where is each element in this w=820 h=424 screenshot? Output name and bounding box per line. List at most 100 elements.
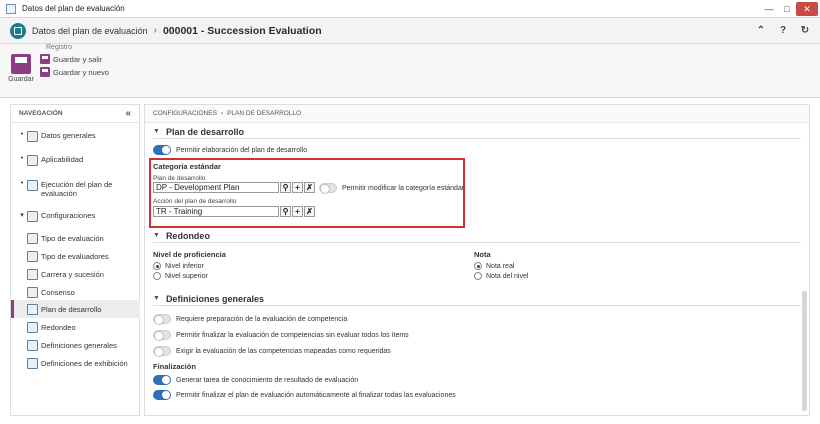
help-icon[interactable]: ? (776, 23, 790, 37)
maximize-icon[interactable]: □ (778, 2, 796, 16)
bullet-icon: • (20, 180, 24, 187)
sidebar-item-configuraciones[interactable]: ▾ Configuraciones (11, 211, 140, 222)
search-icon[interactable]: ⚲ (280, 182, 291, 193)
allow-plan-toggle-row[interactable]: Permitir elaboración del plan de desarro… (153, 145, 307, 155)
collapse-arrow-icon[interactable]: ▼ (153, 128, 160, 135)
option-toggle[interactable] (153, 346, 171, 357)
section-title: Definiciones generales (165, 293, 264, 304)
proficiency-title: Nivel de proficiencia (153, 250, 226, 259)
radio-nota-real[interactable]: Nota real (474, 262, 514, 270)
radio-nota-nivel[interactable]: Nota del nivel (474, 272, 528, 280)
rounding-icon (27, 321, 38, 333)
collapse-arrow-icon[interactable]: ▼ (153, 232, 160, 239)
category-title: Categoría estándar (153, 162, 221, 171)
evaluation-type-icon (27, 232, 38, 244)
table-icon (27, 131, 38, 142)
breadcrumb: CONFIGURACIONES › PLAN DE DESARROLLO (145, 105, 809, 123)
sidebar-item-consenso[interactable]: Consenso (11, 283, 140, 301)
final-toggle[interactable] (153, 390, 171, 400)
main-panel: CONFIGURACIONES › PLAN DE DESARROLLO ▼ P… (144, 104, 810, 416)
sidebar-item-definiciones-exhibicion[interactable]: Definiciones de exhibición (11, 354, 140, 372)
sidebar-item-definiciones-generales[interactable]: Definiciones generales (11, 336, 140, 354)
sidebar-item-label: Definiciones de exhibición (41, 358, 128, 368)
radio-circle[interactable] (474, 262, 482, 270)
search-icon[interactable]: ⚲ (280, 206, 291, 217)
bullet-icon: • (20, 131, 24, 138)
sidebar-item-label: Aplicabilidad (41, 155, 84, 164)
clear-icon[interactable]: ✗ (304, 182, 315, 193)
sidebar-item-label: Configuraciones (41, 211, 96, 220)
radio-circle[interactable] (474, 272, 482, 280)
sidebar-item-aplicabilidad[interactable]: • Aplicabilidad (11, 155, 140, 166)
section-plan-desarrollo[interactable]: ▼ Plan de desarrollo (153, 125, 801, 139)
save-new-label: Guardar y nuevo (53, 67, 109, 77)
allow-modify-toggle-row[interactable]: Permitir modificar la categoría estándar (319, 183, 464, 194)
chevron-right-icon: › (153, 25, 157, 36)
save-new-button[interactable]: Guardar y nuevo (40, 67, 109, 77)
sidebar-item-plan-desarrollo[interactable]: Plan de desarrollo (11, 300, 140, 318)
action-input[interactable]: TR - Training (153, 206, 279, 217)
sidebar-item-tipo-evaluadores[interactable]: Tipo de evaluadores (11, 247, 140, 265)
final-toggle-row[interactable]: Generar tarea de conocimiento de resulta… (153, 375, 358, 385)
grade-title: Nota (474, 250, 491, 259)
sidebar-item-datos-generales[interactable]: • Datos generales (11, 131, 140, 142)
radio-nivel-inferior[interactable]: Nivel inferior (153, 262, 204, 270)
ribbon-group-label: Registro (46, 44, 73, 51)
allow-modify-toggle[interactable] (319, 183, 337, 194)
sidebar-item-redondeo[interactable]: Redondeo (11, 318, 140, 336)
final-label: Permitir finalizar el plan de evaluación… (176, 391, 456, 399)
ribbon-toolbar: Registro Guardar Guardar y salir Guardar… (0, 44, 820, 98)
plan-input[interactable]: DP - Development Plan (153, 182, 279, 193)
final-toggle[interactable] (153, 375, 171, 385)
breadcrumb-item[interactable]: CONFIGURACIONES (153, 110, 217, 117)
expand-arrow-icon[interactable]: ▾ (17, 211, 27, 219)
definitions-icon (27, 339, 38, 351)
sidebar-item-carrera-sucesion[interactable]: Carrera y sucesión (11, 265, 140, 283)
option-toggle[interactable] (153, 314, 171, 325)
save-new-icon (40, 67, 50, 77)
vertical-scrollbar[interactable] (802, 291, 807, 411)
option-toggle-row[interactable]: Requiere preparación de la evaluación de… (153, 314, 347, 325)
option-label: Permitir finalizar la evaluación de comp… (176, 331, 409, 339)
add-icon[interactable]: + (292, 182, 303, 193)
radio-label: Nota real (486, 262, 515, 270)
sidebar-item-label: Tipo de evaluación (41, 233, 104, 243)
option-toggle[interactable] (153, 330, 171, 341)
allow-plan-label: Permitir elaboración del plan de desarro… (176, 146, 308, 154)
app-icon (6, 3, 16, 14)
sidebar-item-label: Definiciones generales (41, 340, 117, 350)
collapse-arrow-icon[interactable]: ▼ (153, 295, 160, 302)
radio-label: Nivel inferior (165, 262, 204, 270)
sidebar-item-label: Redondeo (41, 322, 76, 332)
add-icon[interactable]: + (292, 206, 303, 217)
option-toggle-row[interactable]: Exigir la evaluación de las competencias… (153, 346, 391, 357)
sidebar-title: NAVEGACIÓN (19, 110, 63, 117)
action-field-label: Acción del plan de desarrollo (153, 198, 237, 205)
section-redondeo[interactable]: ▼ Redondeo (153, 229, 801, 243)
radio-label: Nota del nivel (486, 272, 529, 280)
final-label: Generar tarea de conocimiento de resulta… (176, 376, 359, 384)
save-button[interactable]: Guardar (8, 54, 34, 83)
sidebar-item-label: Carrera y sucesión (41, 269, 104, 279)
refresh-icon[interactable]: ↻ (798, 23, 812, 37)
header-breadcrumb[interactable]: Datos del plan de evaluación (32, 26, 148, 36)
page-title: 000001 - Succession Evaluation (162, 24, 322, 37)
radio-circle[interactable] (153, 272, 161, 280)
sidebar-item-label: Plan de desarrollo (41, 304, 102, 314)
sidebar-item-ejecucion[interactable]: • Ejecución del plan de evaluación (11, 180, 140, 198)
sidebar-header: NAVEGACIÓN « (11, 105, 139, 123)
close-icon[interactable]: ✕ (796, 2, 818, 16)
radio-circle[interactable] (153, 262, 161, 270)
collapse-up-icon[interactable]: ⌃ (754, 23, 768, 37)
collapse-sidebar-icon[interactable]: « (125, 108, 131, 119)
clear-icon[interactable]: ✗ (304, 206, 315, 217)
radio-nivel-superior[interactable]: Nivel superior (153, 272, 208, 280)
sidebar-item-tipo-evaluacion[interactable]: Tipo de evaluación (11, 229, 140, 247)
save-exit-button[interactable]: Guardar y salir (40, 54, 102, 64)
minimize-icon[interactable]: — (760, 2, 778, 16)
section-definiciones-generales[interactable]: ▼ Definiciones generales (153, 292, 801, 306)
final-toggle-row[interactable]: Permitir finalizar el plan de evaluación… (153, 390, 456, 400)
allow-plan-toggle[interactable] (153, 145, 171, 155)
option-toggle-row[interactable]: Permitir finalizar la evaluación de comp… (153, 330, 409, 341)
module-logo-icon (10, 22, 26, 39)
